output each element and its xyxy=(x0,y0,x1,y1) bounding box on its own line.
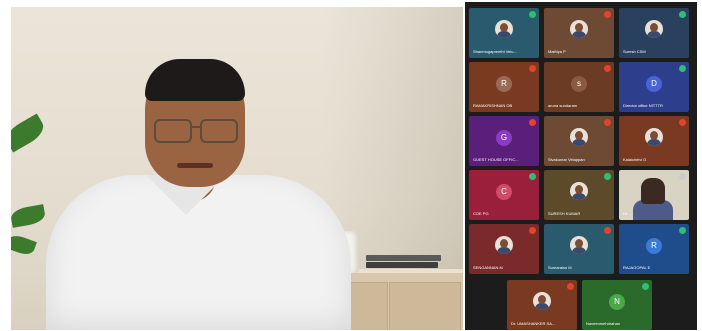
participant-name: Sumaraisn M xyxy=(548,265,572,270)
mic-status-icon xyxy=(529,65,536,72)
plant-leaf xyxy=(11,204,47,228)
participant-tile[interactable]: N Naveenmehdrahan xyxy=(582,280,652,330)
participant-name: Sivakumar Velappan xyxy=(548,157,585,162)
participant-name: RAMAKRISHNAN OB xyxy=(473,103,513,108)
mic-status-icon xyxy=(679,173,686,180)
participant-name: Suresh CSM xyxy=(623,49,646,54)
mic-status-icon xyxy=(567,283,574,290)
glasses-right-lens xyxy=(200,119,238,143)
participant-initial: s xyxy=(571,76,587,92)
participant-tile[interactable]: D Director office NITTTR xyxy=(619,62,689,112)
participant-tile[interactable]: Kalaichelvi G xyxy=(619,116,689,166)
participant-tile[interactable]: Dr. ... xyxy=(619,170,689,220)
participant-initial: R xyxy=(646,238,662,254)
participant-tile[interactable]: Dr. UMASHANKER SA... xyxy=(507,280,577,330)
sideboard-door xyxy=(389,282,461,330)
participant-tile[interactable]: Sivakumar Velappan xyxy=(544,116,614,166)
participant-name: Director office NITTTR xyxy=(623,103,663,108)
participant-initial: G xyxy=(496,130,512,146)
participant-avatar xyxy=(570,20,588,38)
participant-video-head xyxy=(641,178,665,204)
participant-tile[interactable]: SENGANNAN M xyxy=(469,224,539,274)
participant-initial: R xyxy=(496,76,512,92)
participant-initial: D xyxy=(646,76,662,92)
active-speaker-video[interactable] xyxy=(11,7,463,330)
speaker-mouth xyxy=(177,163,213,168)
mic-status-icon xyxy=(529,119,536,126)
book xyxy=(366,262,438,268)
participant-avatar xyxy=(645,20,663,38)
participant-name: aruna sundaram xyxy=(548,103,578,108)
mic-status-icon xyxy=(604,173,611,180)
participant-name: GUEST HOUSE OFFIC... xyxy=(473,157,519,162)
participant-avatar xyxy=(495,236,513,254)
participant-avatar xyxy=(533,292,551,310)
plant-leaf xyxy=(11,113,48,153)
participant-tile[interactable]: Sumaraisn M xyxy=(544,224,614,274)
speaker-hair xyxy=(145,59,245,101)
participant-tile[interactable]: s aruna sundaram xyxy=(544,62,614,112)
participant-name: Kalaichelvi G xyxy=(623,157,647,162)
mic-status-icon xyxy=(679,119,686,126)
participant-tile[interactable]: Mathiya P xyxy=(544,8,614,58)
participant-tile[interactable]: R RAJAGOPAL E xyxy=(619,224,689,274)
mic-status-icon xyxy=(529,173,536,180)
mic-status-icon xyxy=(529,227,536,234)
participant-avatar xyxy=(645,128,663,146)
participant-tile[interactable]: G GUEST HOUSE OFFIC... xyxy=(469,116,539,166)
mic-status-icon xyxy=(642,283,649,290)
participant-initial: N xyxy=(609,294,625,310)
mic-status-icon xyxy=(604,11,611,18)
participant-name: RAJAGOPAL E xyxy=(623,265,651,270)
participant-tile[interactable]: Shanmugapreethi Velu... xyxy=(469,8,539,58)
participant-tile[interactable]: C COE PG xyxy=(469,170,539,220)
glasses-bridge xyxy=(190,126,202,128)
participant-name: Shanmugapreethi Velu... xyxy=(473,49,517,54)
participant-initial: C xyxy=(496,184,512,200)
participant-avatar xyxy=(570,236,588,254)
mic-status-icon xyxy=(679,11,686,18)
book xyxy=(366,255,441,261)
participant-name: Dr. ... xyxy=(623,211,633,216)
participant-avatar xyxy=(495,20,513,38)
mic-status-icon xyxy=(679,227,686,234)
plant-leaf xyxy=(11,232,37,258)
video-meeting-window: Shanmugapreethi Velu... Mathiya P Suresh C… xyxy=(0,0,702,331)
participant-tile[interactable]: R RAMAKRISHNAN OB xyxy=(469,62,539,112)
glasses-left-lens xyxy=(154,119,192,143)
participant-tile[interactable]: Suresh CSM xyxy=(619,8,689,58)
participant-name: Mathiya P xyxy=(548,49,566,54)
mic-status-icon xyxy=(529,11,536,18)
mic-status-icon xyxy=(604,65,611,72)
participant-name: SENGANNAN M xyxy=(473,265,503,270)
participant-name: SURESH KUMAR xyxy=(548,211,581,216)
participant-name: COE PG xyxy=(473,211,489,216)
mic-status-icon xyxy=(604,227,611,234)
participant-name: Dr. UMASHANKER SA... xyxy=(511,321,556,326)
participant-avatar xyxy=(570,182,588,200)
participant-avatar xyxy=(570,128,588,146)
mic-status-icon xyxy=(679,65,686,72)
mic-status-icon xyxy=(604,119,611,126)
participant-grid: Shanmugapreethi Velu... Mathiya P Suresh C… xyxy=(465,2,697,330)
participant-tile[interactable]: SURESH KUMAR xyxy=(544,170,614,220)
participant-name: Naveenmehdrahan xyxy=(586,321,621,326)
